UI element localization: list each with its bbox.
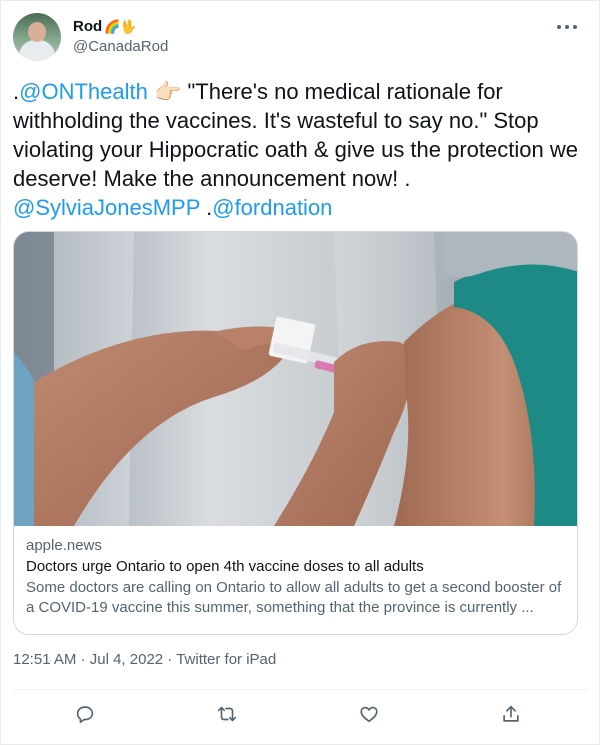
mention-fordnation[interactable]: @fordnation (212, 195, 332, 220)
author-display-name[interactable]: Rod 🌈🖖 (73, 17, 168, 37)
like-button[interactable] (355, 700, 383, 728)
tweet-text-separator: . (200, 195, 213, 220)
divider (13, 689, 588, 690)
avatar-body (19, 40, 55, 61)
card-image[interactable] (14, 232, 578, 526)
reply-button[interactable] (71, 700, 99, 728)
tweet-header: Rod 🌈🖖 @CanadaRod (13, 13, 168, 61)
mention-onthealth[interactable]: @ONThealth (19, 79, 148, 104)
tweet-metadata: 12:51 AM · Jul 4, 2022 · Twitter for iPa… (13, 651, 276, 668)
pointing-emoji: 👉🏻 (153, 79, 182, 104)
avatar[interactable] (13, 13, 61, 61)
display-name-text[interactable]: Rod (73, 17, 102, 37)
reply-icon (76, 706, 94, 724)
tweet-source[interactable]: Twitter for iPad (176, 651, 276, 668)
retweet-button[interactable] (213, 700, 241, 728)
tweet: Rod 🌈🖖 @CanadaRod .@ONThealth 👉🏻 "There'… (0, 0, 600, 745)
tweet-date[interactable]: Jul 4, 2022 (90, 651, 163, 668)
card-meta: apple.news Doctors urge Ontario to open … (26, 536, 567, 618)
action-bar (1, 696, 600, 732)
author-handle[interactable]: @CanadaRod (73, 37, 168, 57)
tweet-time[interactable]: 12:51 AM (13, 651, 76, 668)
card-title[interactable]: Doctors urge Ontario to open 4th vaccine… (26, 557, 567, 577)
share-icon (503, 705, 519, 722)
retweet-icon (217, 706, 237, 722)
share-button[interactable] (497, 700, 525, 728)
display-name-emoji: 🌈🖖 (104, 19, 137, 34)
meta-separator: · (163, 651, 177, 668)
card-description: Some doctors are calling on Ontario to a… (26, 579, 562, 616)
card-domain: apple.news (26, 537, 102, 554)
more-icon[interactable] (557, 21, 577, 33)
meta-separator: · (76, 651, 90, 668)
author-names: Rod 🌈🖖 @CanadaRod (73, 17, 168, 57)
tweet-text: .@ONThealth 👉🏻 "There's no medical ratio… (13, 77, 588, 222)
avatar-head (28, 22, 46, 42)
link-card[interactable]: apple.news Doctors urge Ontario to open … (13, 231, 578, 635)
mention-sylviajonesmpp[interactable]: @SylviaJonesMPP (13, 195, 200, 220)
like-icon (360, 706, 378, 723)
